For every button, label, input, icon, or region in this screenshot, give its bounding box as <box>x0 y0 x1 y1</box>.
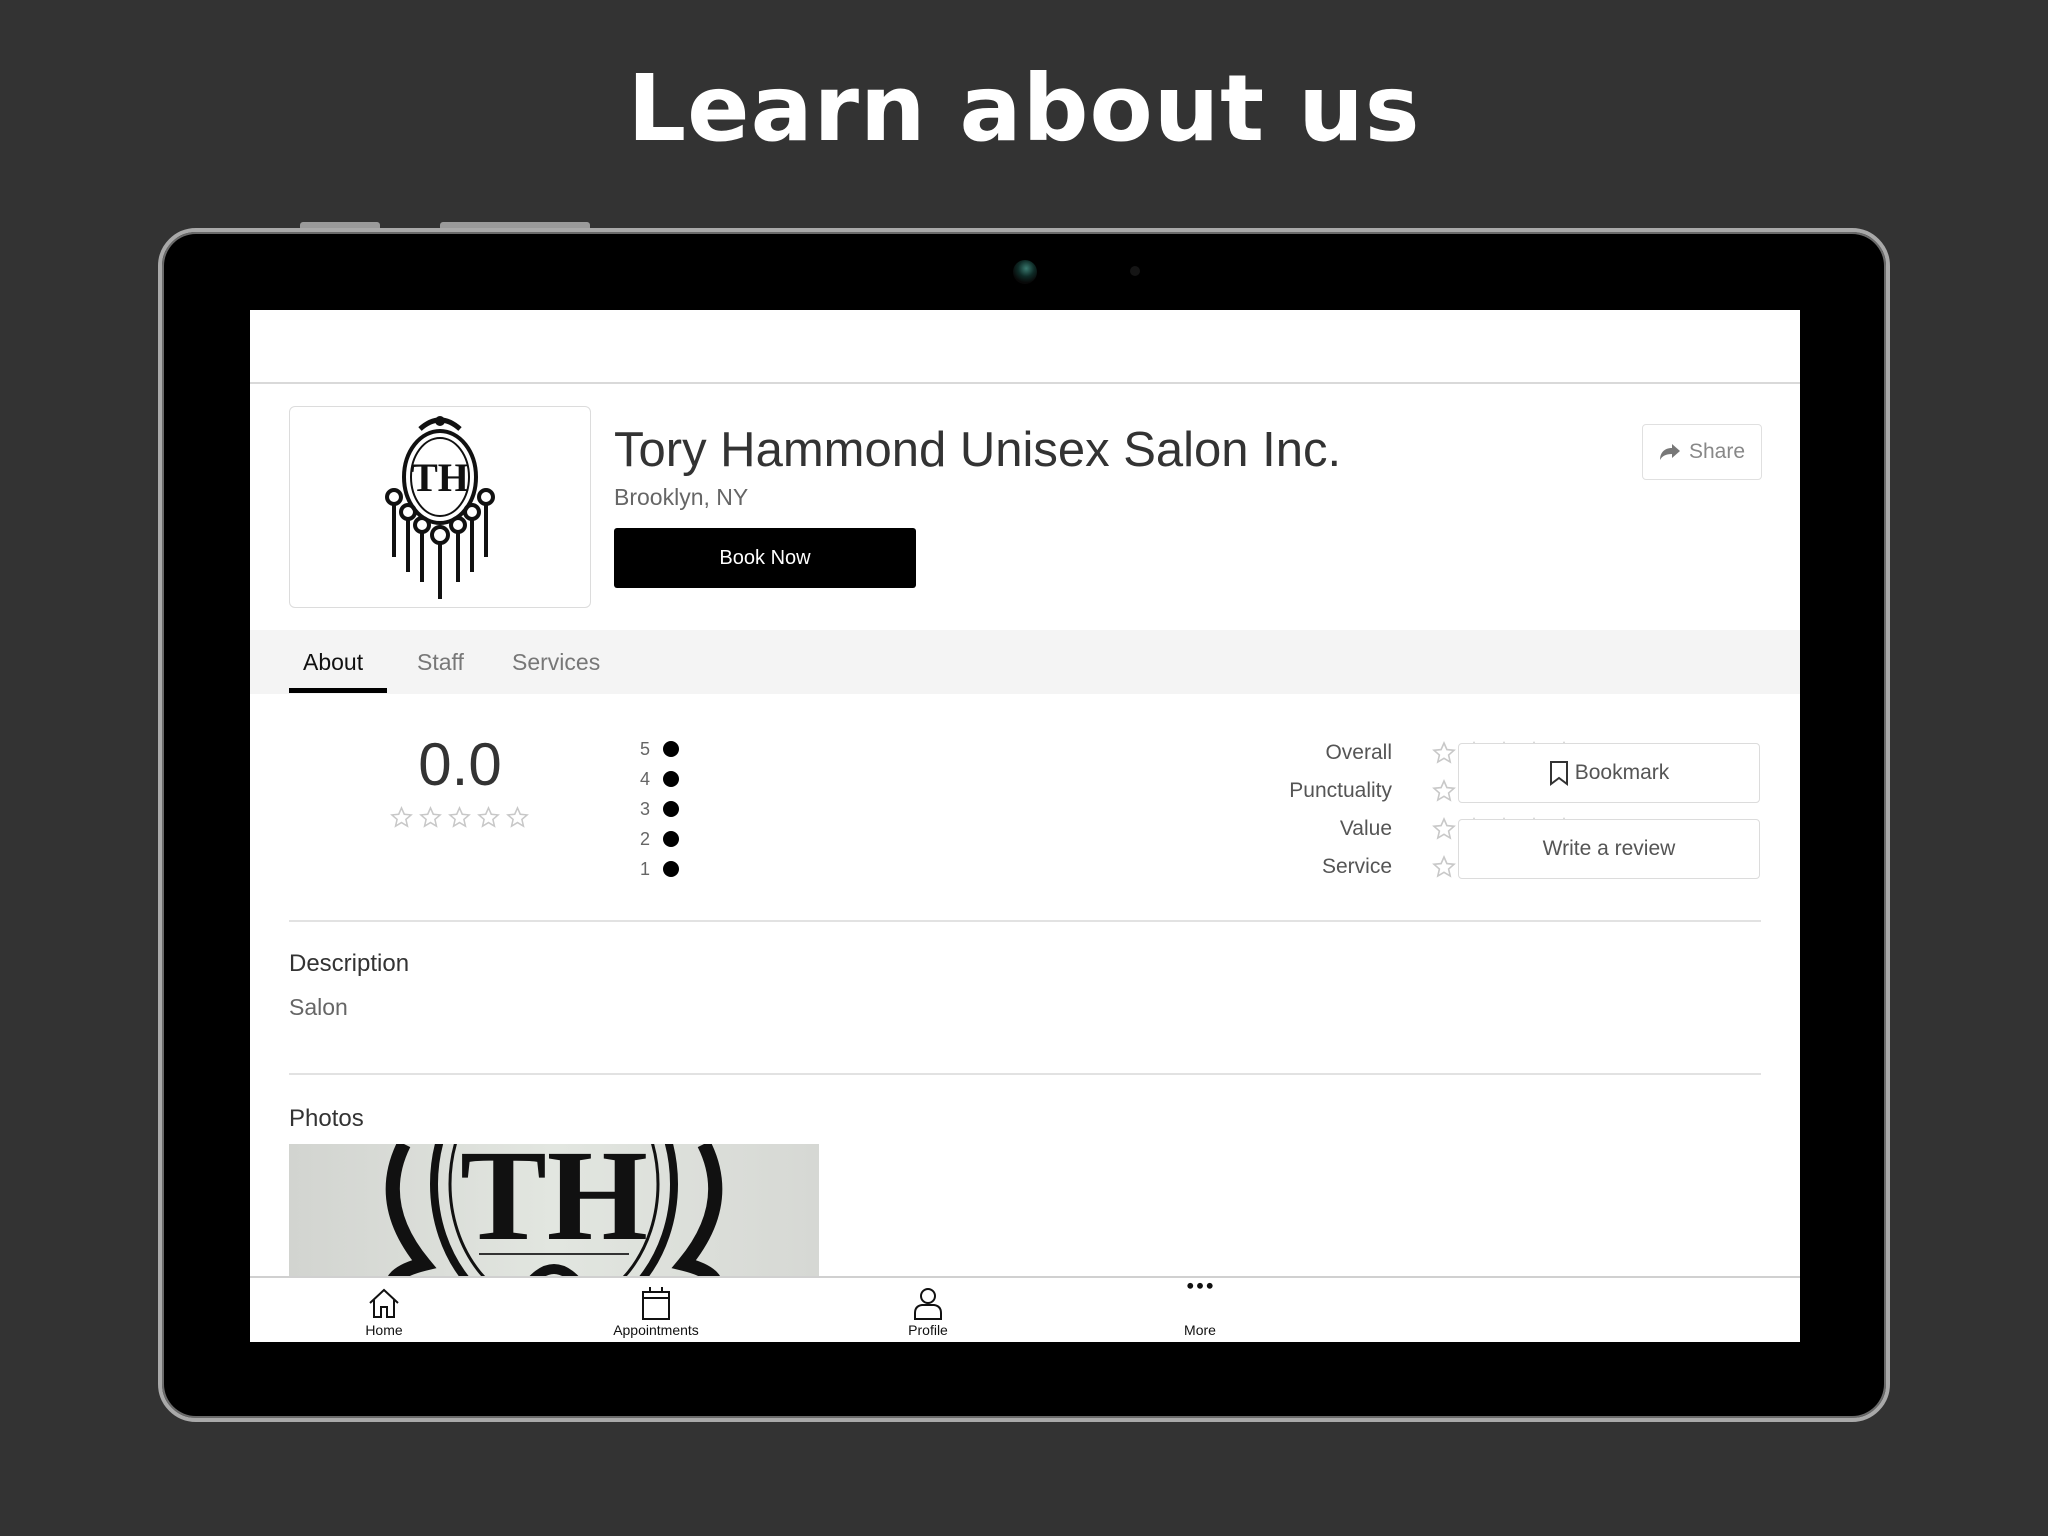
tab-bar: About Staff Services <box>250 630 1800 694</box>
category-label: Overall <box>1325 741 1392 764</box>
distribution-row: 2 <box>634 824 679 854</box>
bottom-navigation: Home Appointments Profile More <box>250 1276 1800 1342</box>
star-empty-icon <box>419 806 442 828</box>
star-empty-icon <box>1432 741 1456 764</box>
distribution-star-label: 2 <box>639 828 650 849</box>
share-label: Share <box>1688 440 1746 463</box>
distribution-star-label: 3 <box>639 798 650 819</box>
app-top-bar <box>250 310 1800 384</box>
star-empty-icon <box>1432 779 1456 802</box>
more-dots-icon <box>1187 1282 1213 1289</box>
section-divider <box>289 1073 1761 1075</box>
distribution-bar <box>663 861 679 877</box>
share-arrow-icon <box>1659 444 1680 460</box>
active-tab-indicator <box>289 688 387 693</box>
average-rating: 0.0 <box>418 731 502 798</box>
tab-services[interactable]: Services <box>512 630 600 694</box>
calendar-icon <box>642 1287 670 1320</box>
average-stars <box>390 806 529 829</box>
category-label: Value <box>1339 817 1392 840</box>
nav-appointments-label: Appointments <box>613 1322 699 1338</box>
distribution-star-label: 4 <box>639 768 650 789</box>
nav-more[interactable]: More <box>1140 1278 1260 1342</box>
business-name: Tory Hammond Unisex Salon Inc. <box>614 423 1342 477</box>
distribution-row: 3 <box>634 794 679 824</box>
nav-more-label: More <box>1184 1322 1216 1338</box>
star-empty-icon <box>1432 817 1456 840</box>
distribution-bar <box>663 741 679 757</box>
nav-home[interactable]: Home <box>324 1278 444 1342</box>
sensor-dot <box>1130 266 1140 276</box>
section-divider <box>289 920 1761 922</box>
description-text: Salon <box>289 994 348 1020</box>
star-empty-icon <box>477 806 500 828</box>
write-review-label: Write a review <box>1542 837 1676 860</box>
distribution-star-label: 5 <box>639 738 650 759</box>
user-icon <box>914 1288 942 1320</box>
page-headline: Learn about us <box>627 55 1421 162</box>
distribution-row: 4 <box>634 764 679 794</box>
salon-logo-image: TH <box>385 416 495 599</box>
bookmark-icon <box>1549 761 1568 786</box>
nav-appointments[interactable]: Appointments <box>596 1278 716 1342</box>
tab-about[interactable]: About <box>303 630 363 694</box>
distribution-bar <box>663 771 679 787</box>
camera-icon <box>1013 260 1037 284</box>
star-empty-icon <box>1432 855 1456 878</box>
description-title: Description <box>289 950 410 977</box>
category-label: Service <box>1321 855 1392 878</box>
logo-monogram: TH <box>411 455 469 500</box>
distribution-bar <box>663 831 679 847</box>
nav-profile-label: Profile <box>908 1322 948 1338</box>
star-empty-icon <box>448 806 471 828</box>
book-now-button[interactable]: Book Now <box>614 528 916 588</box>
share-button[interactable]: Share <box>1642 424 1762 480</box>
business-location: Brooklyn, NY <box>614 484 749 510</box>
bookmark-label: Bookmark <box>1574 761 1670 784</box>
photo-monogram: TH <box>460 1144 648 1268</box>
business-logo: TH <box>289 406 591 608</box>
photo-logo-image: TH <box>385 1144 723 1294</box>
home-icon <box>369 1288 399 1318</box>
write-review-button[interactable]: Write a review <box>1458 819 1760 879</box>
distribution-star-label: 1 <box>639 858 650 879</box>
nav-home-label: Home <box>365 1322 403 1338</box>
distribution-row: 1 <box>634 854 679 884</box>
photos-title: Photos <box>289 1105 364 1132</box>
star-empty-icon <box>506 806 529 828</box>
bookmark-button[interactable]: Bookmark <box>1458 743 1760 803</box>
nav-profile[interactable]: Profile <box>868 1278 988 1342</box>
rating-distribution: 5 4 3 2 1 <box>634 734 679 884</box>
tab-staff[interactable]: Staff <box>417 630 464 694</box>
app-screen: TH Tory Hammond Unisex Salon Inc. Brookl… <box>250 310 1800 1342</box>
star-empty-icon <box>390 806 413 828</box>
photo-thumbnail[interactable]: TH <box>289 1144 819 1294</box>
distribution-row: 5 <box>634 734 679 764</box>
distribution-bar <box>663 801 679 817</box>
category-label: Punctuality <box>1289 779 1392 802</box>
